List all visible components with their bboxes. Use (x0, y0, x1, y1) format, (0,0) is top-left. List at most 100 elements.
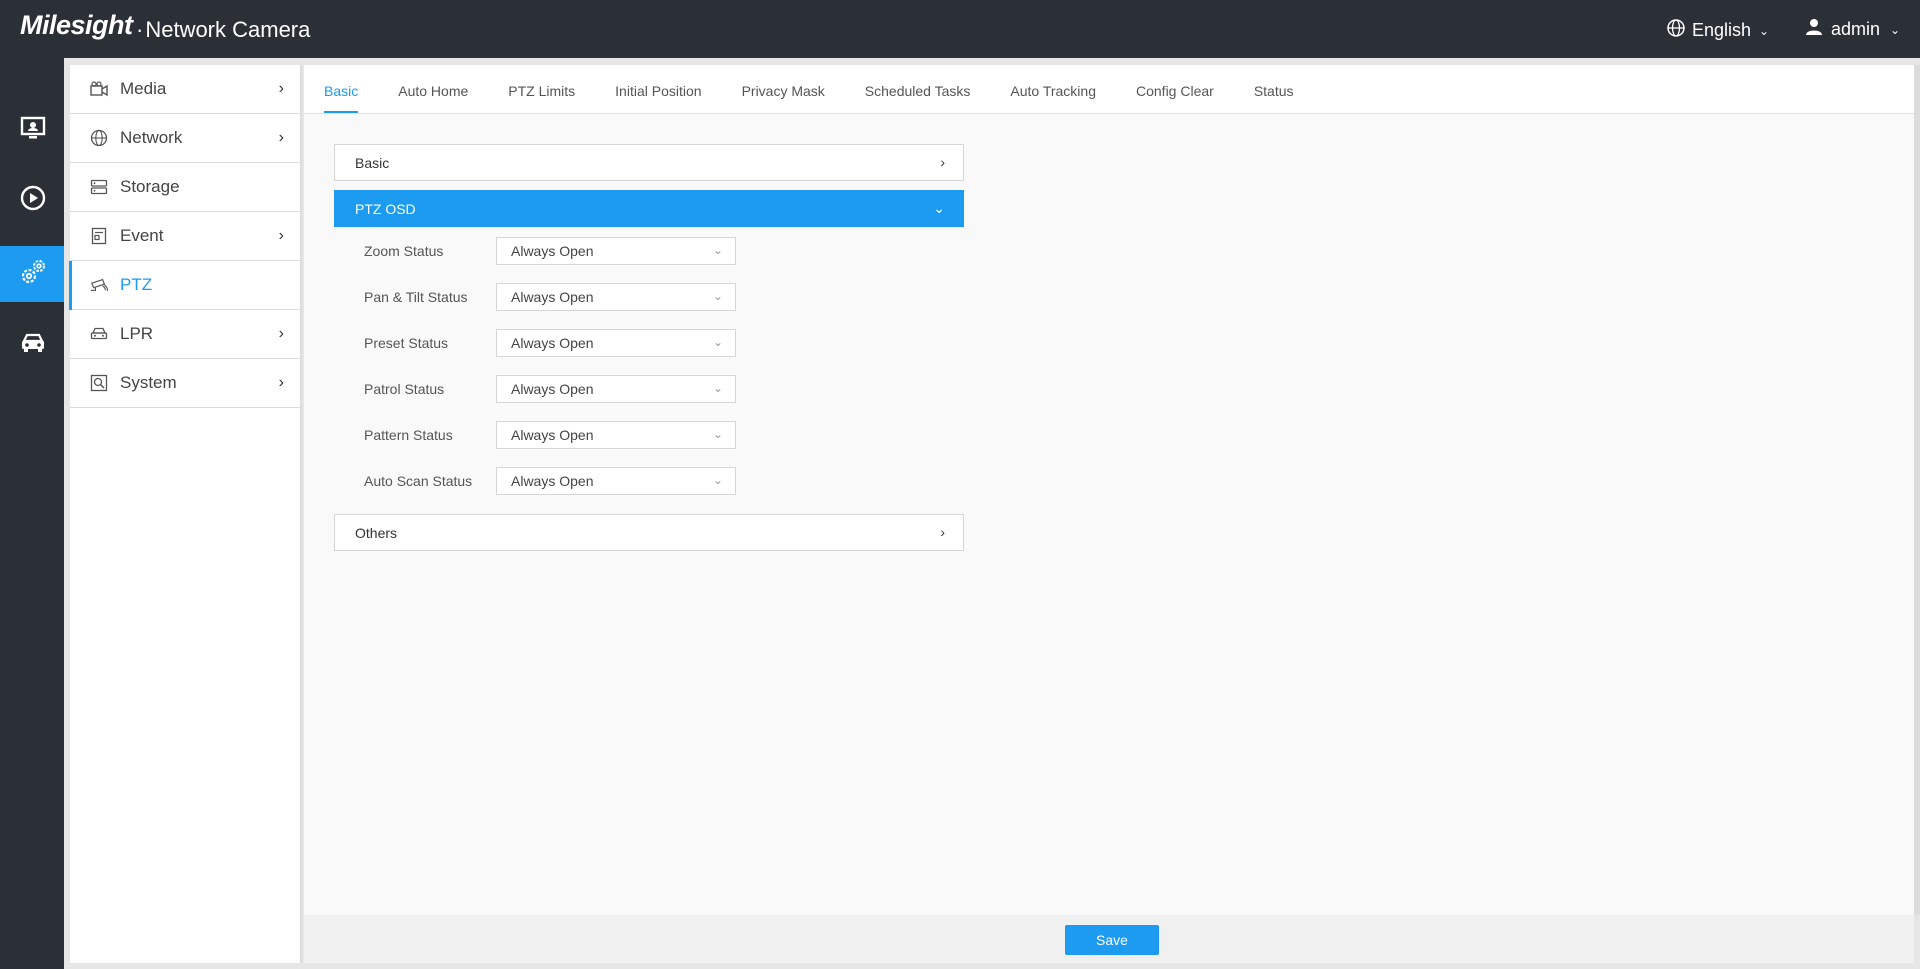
panel-others-header[interactable]: Others › (334, 514, 964, 551)
panel-title: Others (355, 524, 398, 541)
panel-basic-header[interactable]: Basic › (334, 144, 964, 181)
tab-bar: Basic Auto Home PTZ Limits Initial Posit… (304, 65, 1914, 114)
sidebar-item-system[interactable]: System › (70, 359, 300, 408)
panel-title: PTZ OSD (355, 200, 416, 217)
chevron-down-icon: ⌄ (1759, 23, 1770, 38)
chevron-down-icon: ⌄ (712, 243, 723, 257)
camera-icon (90, 80, 108, 98)
monitor-icon (20, 116, 46, 145)
sidebar-item-label: Network (120, 128, 183, 147)
chevron-right-icon: › (278, 325, 284, 342)
preset-status-select[interactable]: Always Open ⌄ (496, 329, 736, 357)
playback-icon (20, 185, 46, 216)
pattern-status-select[interactable]: Always Open ⌄ (496, 421, 736, 449)
ptz-icon (90, 276, 108, 294)
tab-basic[interactable]: Basic (324, 83, 359, 113)
sidebar-item-media[interactable]: Media › (70, 65, 300, 114)
sidebar-item-label: Media (120, 79, 167, 98)
patrol-status-row: Patrol Status Always Open ⌄ (364, 375, 736, 403)
scrollbar[interactable] (1914, 65, 1920, 915)
footer-bar: Save (304, 915, 1914, 963)
globe-icon (90, 129, 108, 147)
sidebar-item-event[interactable]: Event › (70, 212, 300, 261)
pan-tilt-status-select[interactable]: Always Open ⌄ (496, 283, 736, 311)
sidebar-item-label: PTZ (120, 275, 153, 294)
product-dot: · (136, 17, 144, 42)
field-label: Zoom Status (364, 243, 444, 259)
pattern-status-row: Pattern Status Always Open ⌄ (364, 421, 736, 449)
product-title: ·Network Camera (136, 17, 310, 43)
sidebar-item-ptz[interactable]: PTZ (69, 261, 300, 310)
tab-scheduled-tasks[interactable]: Scheduled Tasks (865, 83, 971, 113)
sidebar-item-storage[interactable]: Storage (70, 163, 300, 212)
sidebar-item-network[interactable]: Network › (70, 114, 300, 163)
chevron-right-icon: › (940, 524, 945, 540)
top-bar: Milesight ·Network Camera English ⌄ admi… (0, 0, 1920, 58)
car-icon (90, 325, 108, 343)
tab-config-clear[interactable]: Config Clear (1136, 83, 1214, 113)
tab-auto-home[interactable]: Auto Home (398, 83, 468, 113)
select-value: Always Open (511, 335, 594, 351)
icon-rail (0, 58, 66, 969)
field-label: Preset Status (364, 335, 449, 351)
tab-privacy-mask[interactable]: Privacy Mask (742, 83, 825, 113)
rail-vehicle[interactable] (0, 317, 66, 373)
select-value: Always Open (511, 381, 594, 397)
sidebar-item-label: System (120, 373, 177, 392)
chevron-right-icon: › (278, 374, 284, 391)
preset-status-row: Preset Status Always Open ⌄ (364, 329, 736, 357)
zoom-status-select[interactable]: Always Open ⌄ (496, 237, 736, 265)
tab-auto-tracking[interactable]: Auto Tracking (1010, 83, 1096, 113)
rail-settings[interactable] (0, 246, 66, 302)
user-icon (1805, 18, 1823, 41)
chevron-right-icon: › (278, 129, 284, 146)
select-value: Always Open (511, 289, 594, 305)
pan-tilt-status-row: Pan & Tilt Status Always Open ⌄ (364, 283, 736, 311)
rail-live-view[interactable] (0, 102, 66, 158)
panel-title: Basic (355, 154, 390, 171)
chevron-down-icon: ⌄ (1890, 22, 1901, 37)
field-label: Pattern Status (364, 427, 453, 443)
storage-icon (90, 178, 108, 196)
globe-icon (1666, 18, 1686, 43)
chevron-down-icon: ⌄ (712, 473, 723, 487)
language-selector[interactable]: English ⌄ (1666, 18, 1769, 43)
select-value: Always Open (511, 427, 594, 443)
vehicle-icon (19, 331, 47, 360)
language-label: English (1692, 20, 1752, 40)
field-label: Pan & Tilt Status (364, 289, 468, 305)
sidebar-item-label: Storage (120, 177, 180, 196)
user-menu[interactable]: admin ⌄ (1805, 18, 1900, 41)
sidebar-item-label: Event (120, 226, 164, 245)
event-icon (90, 227, 108, 245)
main-content: Basic Auto Home PTZ Limits Initial Posit… (304, 65, 1914, 963)
field-label: Auto Scan Status (364, 473, 473, 489)
chevron-down-icon: ⌄ (712, 289, 723, 303)
chevron-down-icon: ⌄ (933, 200, 945, 216)
save-button[interactable]: Save (1065, 925, 1159, 955)
product-name: Network Camera (145, 17, 311, 42)
sidebar-item-lpr[interactable]: LPR › (70, 310, 300, 359)
panel-ptz-osd-header[interactable]: PTZ OSD ⌄ (334, 190, 964, 227)
chevron-down-icon: ⌄ (712, 427, 723, 441)
patrol-status-select[interactable]: Always Open ⌄ (496, 375, 736, 403)
user-name: admin (1831, 19, 1881, 39)
chevron-down-icon: ⌄ (712, 335, 723, 349)
tab-initial-position[interactable]: Initial Position (615, 83, 701, 113)
chevron-right-icon: › (940, 154, 945, 170)
rail-playback[interactable] (0, 172, 66, 228)
tab-ptz-limits[interactable]: PTZ Limits (508, 83, 575, 113)
select-value: Always Open (511, 243, 594, 259)
zoom-status-row: Zoom Status Always Open ⌄ (364, 237, 736, 265)
sidebar-item-label: LPR (120, 324, 154, 343)
chevron-right-icon: › (278, 227, 284, 244)
field-label: Patrol Status (364, 381, 445, 397)
settings-sidebar: Media › Network › Storage Event › PTZ LP… (69, 65, 302, 963)
settings-icon (18, 257, 48, 292)
tab-status[interactable]: Status (1254, 83, 1294, 113)
auto-scan-status-row: Auto Scan Status Always Open ⌄ (364, 467, 736, 495)
milesight-logo: Milesight (20, 10, 133, 40)
auto-scan-status-select[interactable]: Always Open ⌄ (496, 467, 736, 495)
select-value: Always Open (511, 473, 594, 489)
system-icon (90, 374, 108, 392)
